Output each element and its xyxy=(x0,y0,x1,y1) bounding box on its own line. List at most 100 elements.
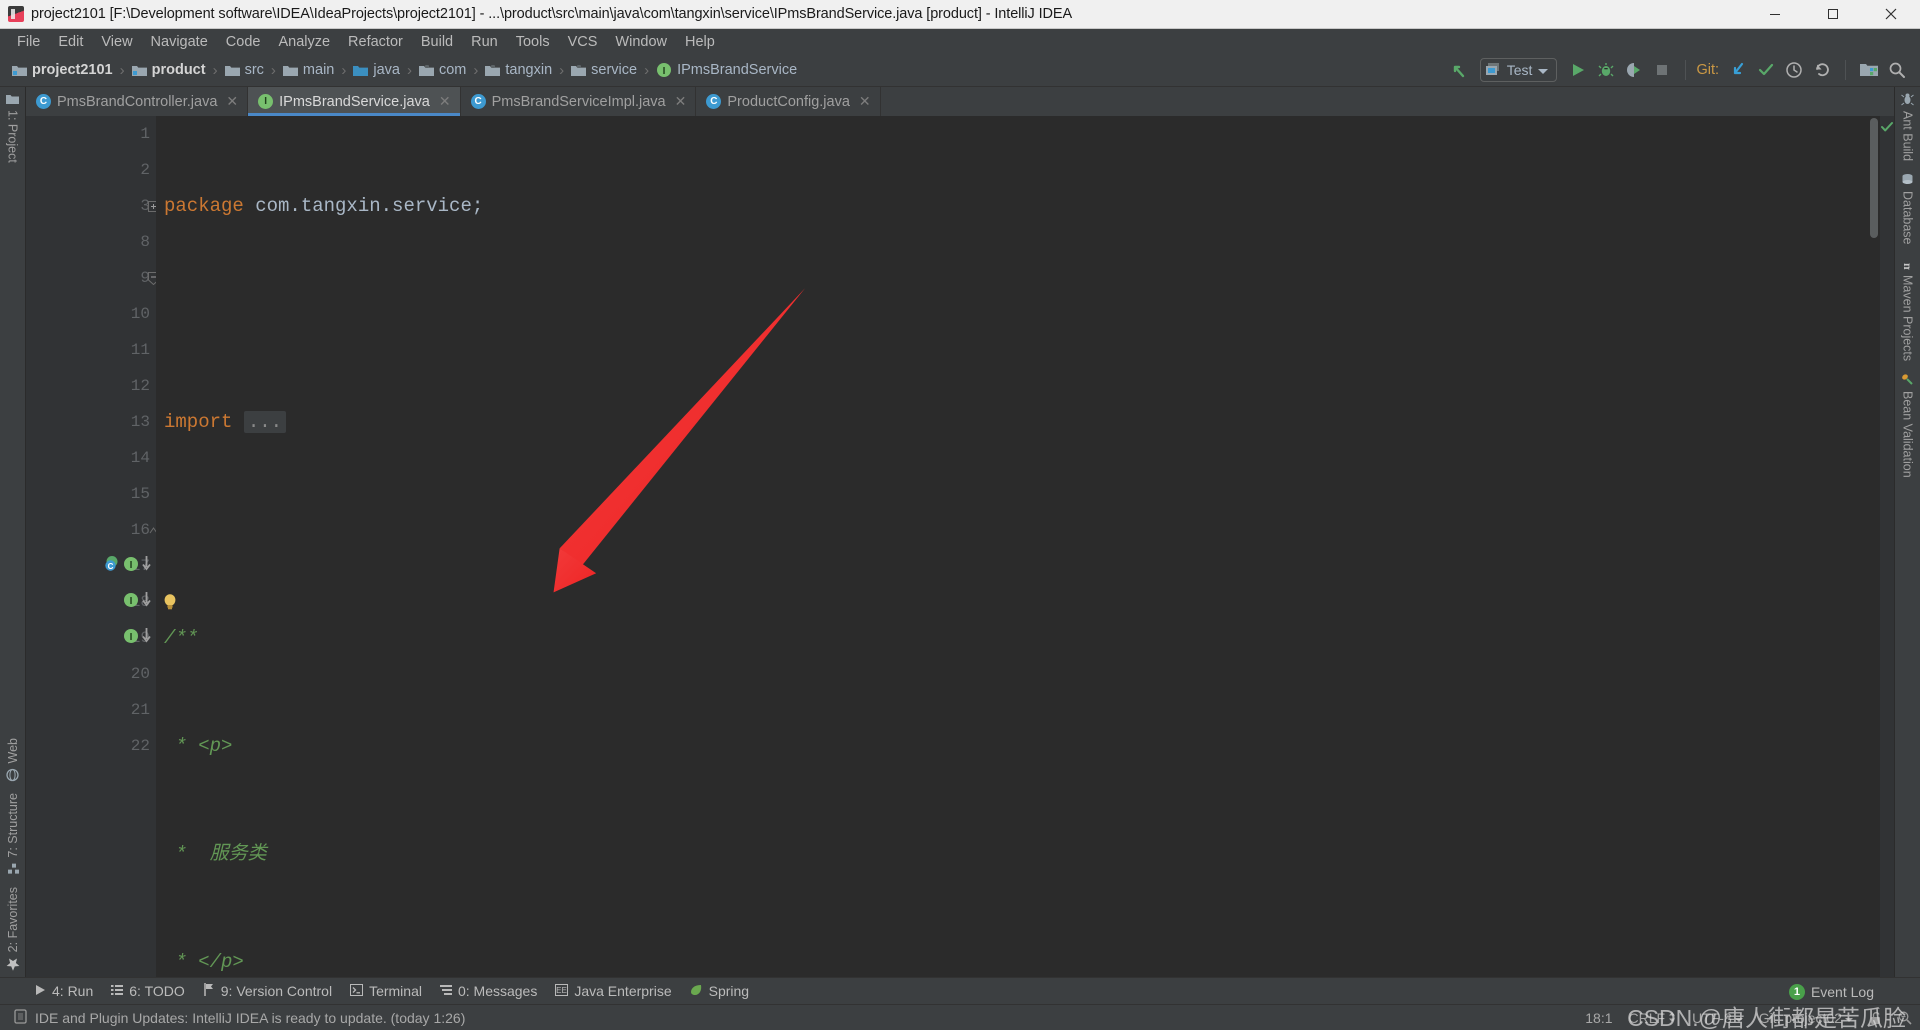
breadcrumb-separator: › xyxy=(644,61,650,79)
menu-window[interactable]: Window xyxy=(606,32,676,52)
debug-button[interactable] xyxy=(1593,58,1619,82)
gutter-line: 16 xyxy=(26,512,157,548)
minimize-button[interactable] xyxy=(1746,0,1804,28)
code-content[interactable]: package com.tangxin.service; import ... … xyxy=(156,116,1880,977)
toolwindow-messages[interactable]: 0: Messages xyxy=(436,981,551,1001)
sidebar-item-project[interactable]: 1: Project xyxy=(6,87,20,169)
maximize-button[interactable] xyxy=(1804,0,1862,28)
git-branch-selector[interactable]: Git: project02 xyxy=(1759,1010,1853,1026)
toolwindow-version-control[interactable]: 9: Version Control xyxy=(199,981,346,1001)
sidebar-item-web[interactable]: Web xyxy=(6,732,20,787)
run-button[interactable] xyxy=(1565,58,1591,82)
interface-icon[interactable]: I xyxy=(123,592,139,613)
menu-edit[interactable]: Edit xyxy=(49,32,92,52)
search-icon[interactable] xyxy=(1884,58,1910,82)
close-icon[interactable]: ✕ xyxy=(675,93,687,110)
encoding-label: UTF-8 xyxy=(1692,1009,1732,1026)
tab-pmsbrandserviceimpl[interactable]: C PmsBrandServiceImpl.java ✕ xyxy=(461,87,697,116)
intention-bulb-icon[interactable] xyxy=(162,584,180,620)
menu-view[interactable]: View xyxy=(92,32,141,52)
implemented-icon[interactable]: C xyxy=(104,555,121,577)
breadcrumb-item-product[interactable]: product xyxy=(131,62,206,78)
breadcrumb-label: main xyxy=(302,62,335,78)
toolwindow-terminal[interactable]: Terminal xyxy=(346,981,436,1001)
gutter-icons[interactable]: I xyxy=(123,584,152,620)
tab-ipmsbrandservice[interactable]: I IPmsBrandService.java ✕ xyxy=(248,87,461,116)
menu-vcs[interactable]: VCS xyxy=(559,32,607,52)
stop-button[interactable] xyxy=(1649,58,1675,82)
implemented-down-arrow-icon[interactable] xyxy=(141,627,152,649)
menu-build[interactable]: Build xyxy=(412,32,462,52)
breadcrumb-item-tangxin[interactable]: tangxin xyxy=(485,62,552,78)
chevron-down-icon[interactable] xyxy=(1538,62,1549,78)
menu-tools[interactable]: Tools xyxy=(507,32,559,52)
line-separator-selector[interactable]: CRLF xyxy=(1629,1010,1677,1026)
scrollbar-thumb[interactable] xyxy=(1870,118,1878,238)
close-icon[interactable]: ✕ xyxy=(226,93,238,110)
menu-navigate[interactable]: Navigate xyxy=(142,32,217,52)
structure-icon xyxy=(6,863,20,875)
folded-imports-placeholder[interactable]: ... xyxy=(243,411,287,433)
token-text: com.tangxin.service; xyxy=(255,195,484,217)
tab-productconfig[interactable]: C ProductConfig.java ✕ xyxy=(696,87,881,116)
sidebar-item-favorites[interactable]: 2: Favorites xyxy=(6,881,20,977)
close-icon[interactable]: ✕ xyxy=(439,93,451,110)
unlocked-icon[interactable] xyxy=(1869,1011,1882,1025)
close-icon[interactable]: ✕ xyxy=(859,93,871,110)
breadcrumb-item-service[interactable]: service xyxy=(571,62,637,78)
close-button[interactable] xyxy=(1862,0,1920,28)
editor-vertical-scrollbar[interactable] xyxy=(1868,116,1880,977)
menu-analyze[interactable]: Analyze xyxy=(269,32,339,52)
sidebar-item-ant-build[interactable]: Ant Build xyxy=(1901,87,1915,167)
project-icon xyxy=(6,93,20,105)
run-with-coverage-button[interactable] xyxy=(1621,58,1647,82)
sidebar-item-label: 2: Favorites xyxy=(5,886,20,952)
breadcrumb-item-src[interactable]: src xyxy=(224,62,264,78)
rollback-icon[interactable] xyxy=(1809,58,1835,82)
sidebar-item-maven-projects[interactable]: m Maven Projects xyxy=(1901,251,1915,367)
commit-icon[interactable] xyxy=(1753,58,1779,82)
toolwindow-todo[interactable]: 6: TODO xyxy=(107,981,199,1001)
back-arrow-icon[interactable] xyxy=(1446,58,1472,82)
sidebar-item-structure[interactable]: 7: Structure xyxy=(6,787,20,881)
implemented-down-arrow-icon[interactable] xyxy=(141,591,152,613)
menu-code[interactable]: Code xyxy=(217,32,270,52)
gutter-icons[interactable]: I xyxy=(123,620,152,656)
event-log-button[interactable]: 1 Event Log xyxy=(1788,984,1874,1000)
implemented-down-arrow-icon[interactable] xyxy=(141,555,152,577)
menu-help[interactable]: Help xyxy=(676,32,724,52)
breadcrumb-item-java[interactable]: java xyxy=(353,62,400,78)
svg-text:I: I xyxy=(663,66,666,77)
breadcrumb-item-project2101[interactable]: project2101 xyxy=(12,62,113,78)
tab-pmsbrandcontroller[interactable]: C PmsBrandController.java ✕ xyxy=(26,87,249,116)
status-message[interactable]: IDE and Plugin Updates: IntelliJ IDEA is… xyxy=(35,1010,465,1026)
interface-icon[interactable]: I xyxy=(123,628,139,649)
run-configuration-selector[interactable]: Test xyxy=(1479,58,1558,82)
breadcrumb-item-main[interactable]: main xyxy=(282,62,335,78)
sidebar-item-label: Web xyxy=(5,737,20,764)
toolwindow-run[interactable]: 4: Run xyxy=(30,981,107,1001)
update-project-icon[interactable] xyxy=(1725,58,1751,82)
history-icon[interactable] xyxy=(1781,58,1807,82)
menu-run[interactable]: Run xyxy=(462,32,507,52)
toolwindow-java-enterprise[interactable]: EE Java Enterprise xyxy=(551,981,685,1001)
sidebar-item-database[interactable]: Database xyxy=(1901,167,1915,251)
editor-area[interactable]: 1 2 3 8 9 10 11 12 13 14 15 16 17 C I 18… xyxy=(26,116,1894,977)
inspection-strip[interactable] xyxy=(1880,116,1894,977)
project-structure-icon[interactable] xyxy=(1856,58,1882,82)
breadcrumb-item-com[interactable]: com xyxy=(418,62,466,78)
gutter-icons[interactable]: C I xyxy=(104,548,152,584)
gutter-line-17: 17 C I xyxy=(26,548,156,584)
breadcrumb-item-ipmsbrandservice[interactable]: I IPmsBrandService xyxy=(656,62,797,78)
menu-refactor[interactable]: Refactor xyxy=(339,32,412,52)
menu-file[interactable]: File xyxy=(8,32,49,52)
inspections-icon[interactable] xyxy=(1898,1011,1912,1025)
encoding-selector[interactable]: UTF-8 xyxy=(1692,1010,1743,1026)
spring-icon xyxy=(690,983,703,999)
sidebar-item-bean-validation[interactable]: Bean Validation xyxy=(1901,367,1915,484)
interface-icon[interactable]: I xyxy=(123,556,139,577)
editor-gutter[interactable]: 1 2 3 8 9 10 11 12 13 14 15 16 17 C I 18… xyxy=(26,116,159,977)
caret-position[interactable]: 18:1 xyxy=(1585,1010,1612,1026)
toolwindow-spring[interactable]: Spring xyxy=(686,981,763,1001)
notification-icon[interactable] xyxy=(14,1008,27,1027)
